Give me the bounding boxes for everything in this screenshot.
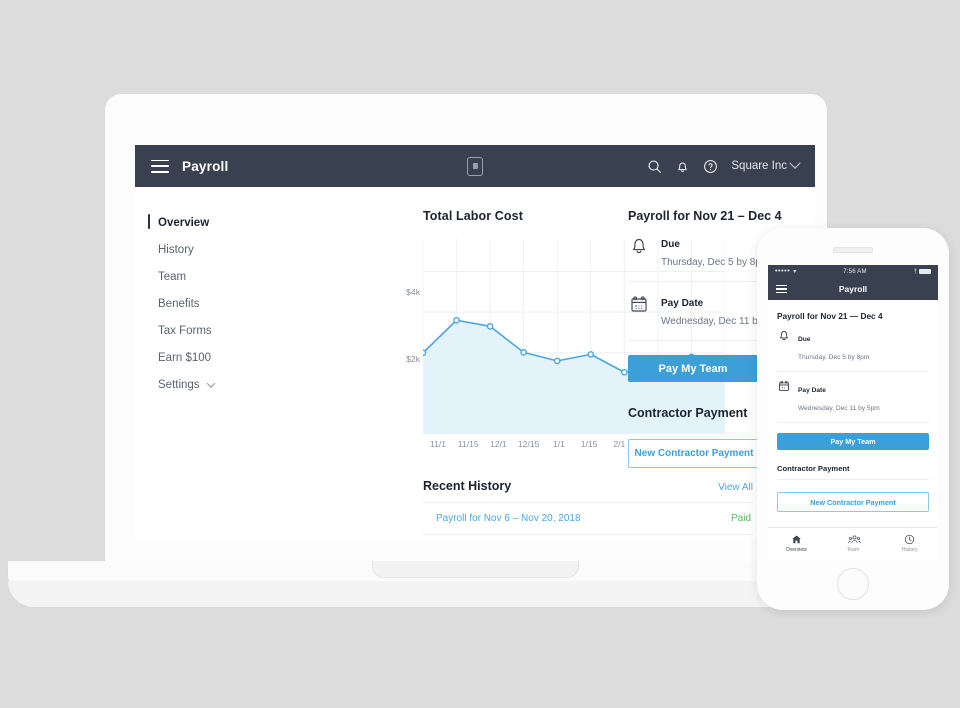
mobile-pay-date-row: Pay Date Wednesday, Dec 11 by 5pm <box>777 372 929 423</box>
bluetooth-icon: † <box>913 268 917 275</box>
pay-date-value: Wednesday, Dec 11 by 5pm <box>798 405 880 412</box>
x-tick-label: 12/15 <box>517 439 540 449</box>
pay-date-label: Pay Date <box>798 387 826 394</box>
recent-history-list: Payroll for Nov 6 – Nov 20, 2018 Paid Of… <box>423 502 753 540</box>
recent-history-title: Recent History <box>423 479 512 493</box>
tab-overview[interactable]: Overview <box>768 528 825 558</box>
pay-my-team-button[interactable]: Pay My Team <box>777 433 929 450</box>
new-contractor-payment-button[interactable]: New Contractor Payment <box>628 439 760 468</box>
calendar-icon <box>777 379 791 393</box>
search-icon[interactable] <box>647 159 662 174</box>
mobile-app-title: Payroll <box>838 284 868 294</box>
x-tick-label: 11/1 <box>429 439 447 449</box>
app-title: Payroll <box>182 158 229 174</box>
view-all-link[interactable]: View All <box>718 482 753 493</box>
phone-speaker <box>833 247 873 253</box>
due-value: Thursday, Dec 5 by 8pm <box>661 257 770 268</box>
sidebar-item-label: Overview <box>158 216 210 229</box>
phone-device: ••••• ▾ 7:56 AM † Payroll Payroll for No… <box>757 228 949 610</box>
main-content: Total Labor Cost $4k $2k 11/1 11/15 12/1… <box>285 187 753 535</box>
sidebar-item-team[interactable]: Team <box>135 263 285 290</box>
mobile-body: Payroll for Nov 21 — Dec 4 Due Thursday,… <box>768 300 938 537</box>
tab-label: Team <box>846 546 860 553</box>
menu-icon[interactable] <box>776 285 787 293</box>
mobile-status-bar: ••••• ▾ 7:56 AM † <box>768 265 938 278</box>
tab-history[interactable]: History <box>881 528 938 558</box>
signal-icon: ••••• <box>775 268 791 275</box>
bell-icon[interactable] <box>675 159 690 174</box>
clock-icon <box>904 534 915 545</box>
tab-label: Overview <box>785 546 807 553</box>
tab-team[interactable]: Team <box>825 528 882 558</box>
sidebar-item-earn-100[interactable]: Earn $100 <box>135 344 285 371</box>
desktop-app-screen: Payroll Square Inc Overview History Team… <box>135 145 815 540</box>
x-tick-label: 1/1 <box>552 439 565 449</box>
help-icon[interactable] <box>703 159 718 174</box>
battery-indicator: † <box>914 269 931 275</box>
due-label: Due <box>661 239 680 250</box>
phone-home-button[interactable] <box>837 568 869 600</box>
table-row[interactable]: Off-Cycle Payment for Nov 6 – Nov 20, 20… <box>423 535 753 540</box>
mobile-tab-bar: Overview Team History <box>768 527 938 558</box>
x-tick-label: 1/15 <box>580 439 598 449</box>
sidebar-item-label: Earn $100 <box>158 351 212 364</box>
sidebar-item-benefits[interactable]: Benefits <box>135 290 285 317</box>
sidebar-item-settings[interactable]: Settings <box>135 371 285 398</box>
account-name: Square Inc <box>731 160 787 172</box>
recent-history-header: Recent History View All <box>423 479 753 493</box>
square-logo-icon <box>467 156 483 176</box>
sidebar-item-overview[interactable]: Overview <box>135 209 285 236</box>
x-tick-label: 11/15 <box>457 439 479 449</box>
battery-icon <box>918 269 931 274</box>
chevron-down-icon <box>789 157 801 169</box>
tab-label: History <box>901 546 918 553</box>
mobile-panel-title: Payroll for Nov 21 — Dec 4 <box>777 311 883 321</box>
mobile-nav-bar: Payroll <box>768 278 938 300</box>
top-nav-actions: Square Inc <box>647 157 801 174</box>
account-menu[interactable]: Square Inc <box>731 157 801 172</box>
mobile-contractor-title: Contractor Payment <box>777 464 850 473</box>
due-value: Thursday, Dec 5 by 8pm <box>798 354 870 361</box>
chevron-down-icon <box>206 378 215 388</box>
mobile-due-row: Due Thursday, Dec 5 by 8pm <box>777 321 929 372</box>
laptop-trackpad-notch <box>372 561 579 578</box>
mobile-app-screen: ••••• ▾ 7:56 AM † Payroll Payroll for No… <box>768 265 938 558</box>
people-icon <box>847 534 861 545</box>
calendar-icon <box>628 293 650 315</box>
pay-date-label: Pay Date <box>661 298 704 309</box>
history-item-label: Payroll for Nov 6 – Nov 20, 2018 <box>436 513 581 524</box>
y-tick-label: $2k <box>406 354 420 364</box>
table-row[interactable]: Payroll for Nov 6 – Nov 20, 2018 Paid <box>423 502 753 535</box>
sidebar-navigation: Overview History Team Benefits Tax Forms… <box>135 187 285 398</box>
scene: Payroll Square Inc Overview History Team… <box>0 0 960 708</box>
sidebar-item-label: Settings <box>158 378 200 391</box>
sidebar-item-label: Benefits <box>158 297 200 310</box>
divider <box>777 479 929 480</box>
chart-y-axis: $4k $2k <box>386 239 420 434</box>
bell-icon <box>628 234 650 256</box>
status-time: 7:56 AM <box>843 268 867 275</box>
sidebar-item-label: Team <box>158 270 187 283</box>
panel-title: Payroll for Nov 21 – Dec 4 <box>628 209 782 223</box>
sidebar-item-label: History <box>158 243 194 256</box>
new-contractor-payment-button[interactable]: New Contractor Payment <box>777 492 929 512</box>
home-icon <box>791 534 802 545</box>
top-navigation-bar: Payroll Square Inc <box>135 145 815 187</box>
bell-icon <box>777 328 791 342</box>
sidebar-item-tax-forms[interactable]: Tax Forms <box>135 317 285 344</box>
pay-my-team-button[interactable]: Pay My Team <box>628 355 758 382</box>
x-tick-label: 12/1 <box>490 439 507 449</box>
due-label: Due <box>798 336 811 343</box>
menu-icon[interactable] <box>151 159 169 173</box>
status-badge: Paid <box>730 513 751 524</box>
sidebar-item-label: Tax Forms <box>158 324 212 337</box>
wifi-icon: ▾ <box>793 269 797 275</box>
y-tick-label: $4k <box>406 287 420 297</box>
sidebar-item-history[interactable]: History <box>135 236 285 263</box>
